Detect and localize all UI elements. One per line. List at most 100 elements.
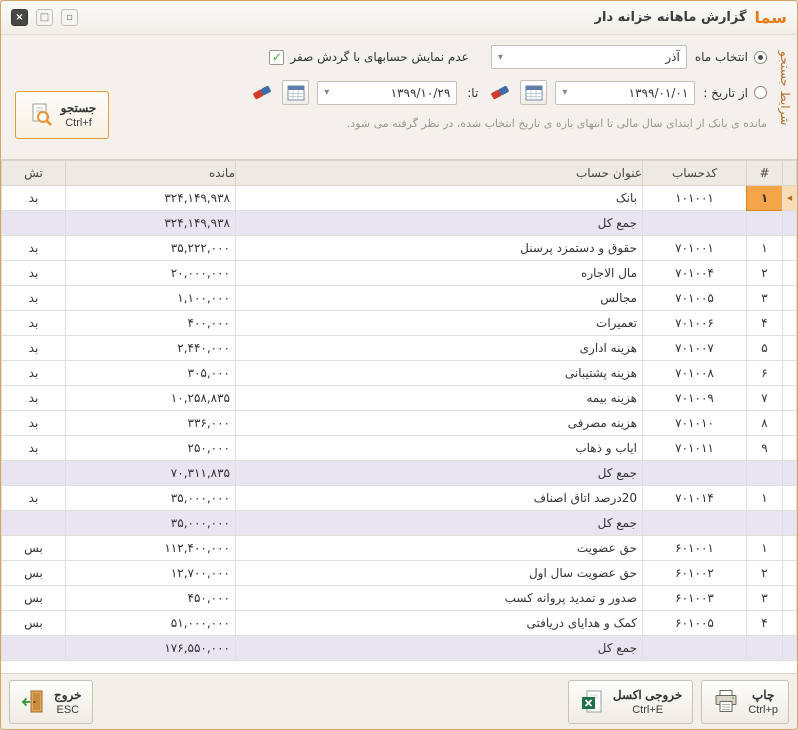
exit-button[interactable]: خروج ESC [9, 680, 93, 724]
account-title-cell[interactable]: تعمیرات [236, 311, 643, 336]
excel-export-button[interactable]: خروجی اکسل Ctrl+E [568, 680, 693, 724]
row-number-cell[interactable] [747, 211, 783, 236]
account-row[interactable]: ۶۷۰۱۰۰۸هزینه پشتیبانی۳۰۵,۰۰۰بد [2, 361, 797, 386]
chevron-down-icon[interactable]: ▾ [498, 52, 503, 63]
account-code-cell[interactable] [643, 211, 747, 236]
account-row[interactable]: ۳۷۰۱۰۰۵مجالس۱,۱۰۰,۰۰۰بد [2, 286, 797, 311]
account-title-cell[interactable]: حق عضویت سال اول [236, 561, 643, 586]
row-selector-cell[interactable]: ◀ [783, 186, 797, 211]
account-code-cell[interactable]: ۷۰۱۰۰۶ [643, 311, 747, 336]
total-row[interactable]: جمع کل۳۲۴,۱۴۹,۹۳۸ [2, 211, 797, 236]
month-radio[interactable]: انتخاب ماه [695, 50, 767, 64]
tash-cell[interactable]: بد [2, 486, 66, 511]
tash-cell[interactable] [2, 636, 66, 661]
row-number-cell[interactable]: ۱ [747, 536, 783, 561]
row-selector-cell[interactable] [783, 511, 797, 536]
balance-cell[interactable]: ۳۵,۲۲۲,۰۰۰ [66, 236, 236, 261]
tash-cell[interactable]: بس [2, 561, 66, 586]
row-selector-cell[interactable] [783, 636, 797, 661]
account-title-cell[interactable]: هزینه پشتیبانی [236, 361, 643, 386]
account-row[interactable]: ۲۷۰۱۰۰۴مال الاجاره۲۰,۰۰۰,۰۰۰بد [2, 261, 797, 286]
radio-selected-icon[interactable] [754, 51, 767, 64]
account-title-cell[interactable]: ایاب و ذهاب [236, 436, 643, 461]
row-number-cell[interactable]: ۴ [747, 311, 783, 336]
hide-zero-checkbox[interactable]: عدم نمایش حسابهای با گردش صفر ✓ [269, 50, 468, 65]
row-selector-cell[interactable] [783, 611, 797, 636]
restore-icon[interactable]: □ [36, 9, 53, 26]
tash-cell[interactable]: بد [2, 236, 66, 261]
tash-cell[interactable]: بد [2, 286, 66, 311]
row-selector-cell[interactable] [783, 411, 797, 436]
row-number-cell[interactable]: ۸ [747, 411, 783, 436]
account-title-cell[interactable]: هزینه بیمه [236, 386, 643, 411]
account-code-cell[interactable]: ۷۰۱۰۱۰ [643, 411, 747, 436]
from-date-clear-button[interactable] [488, 81, 512, 105]
row-number-cell[interactable]: ۹ [747, 436, 783, 461]
tash-cell[interactable] [2, 211, 66, 236]
from-date-calendar-button[interactable] [520, 80, 547, 105]
balance-cell[interactable]: ۱۲,۷۰۰,۰۰۰ [66, 561, 236, 586]
balance-cell[interactable]: ۲,۴۴۰,۰۰۰ [66, 336, 236, 361]
balance-cell[interactable]: ۳۰۵,۰۰۰ [66, 361, 236, 386]
balance-cell[interactable]: ۷۰,۳۱۱,۸۳۵ [66, 461, 236, 486]
total-row[interactable]: جمع کل۳۵,۰۰۰,۰۰۰ [2, 511, 797, 536]
tash-cell[interactable]: بد [2, 186, 66, 211]
balance-cell[interactable]: ۱۱۲,۴۰۰,۰۰۰ [66, 536, 236, 561]
account-title-cell[interactable]: جمع کل [236, 461, 643, 486]
tash-cell[interactable]: بس [2, 536, 66, 561]
tash-cell[interactable]: بس [2, 611, 66, 636]
balance-cell[interactable]: ۱,۱۰۰,۰۰۰ [66, 286, 236, 311]
account-code-cell[interactable]: ۶۰۱۰۰۱ [643, 536, 747, 561]
account-row[interactable]: ۳۶۰۱۰۰۳صدور و تمدید پروانه کسب۴۵۰,۰۰۰بس [2, 586, 797, 611]
row-number-cell[interactable]: ۲ [747, 561, 783, 586]
row-selector-cell[interactable] [783, 486, 797, 511]
account-row[interactable]: ۲۶۰۱۰۰۲حق عضویت سال اول۱۲,۷۰۰,۰۰۰بس [2, 561, 797, 586]
row-selector-cell[interactable] [783, 386, 797, 411]
header-tash[interactable]: تش [2, 161, 66, 186]
row-number-cell[interactable] [747, 461, 783, 486]
row-selector-cell[interactable] [783, 361, 797, 386]
account-title-cell[interactable]: هزینه مصرفی [236, 411, 643, 436]
radio-unselected-icon[interactable] [754, 86, 767, 99]
header-row-number[interactable]: # [747, 161, 783, 186]
row-selector-cell[interactable] [783, 461, 797, 486]
account-code-cell[interactable] [643, 511, 747, 536]
close-icon[interactable]: × [11, 9, 28, 26]
account-row[interactable]: ۱۷۰۱۰۰۱حقوق و دستمزد پرسنل۳۵,۲۲۲,۰۰۰بد [2, 236, 797, 261]
balance-cell[interactable]: ۳۲۴,۱۴۹,۹۳۸ [66, 186, 236, 211]
account-title-cell[interactable]: حقوق و دستمزد پرسنل [236, 236, 643, 261]
account-title-cell[interactable]: کمک و هدایای دریافتی [236, 611, 643, 636]
total-row[interactable]: جمع کل۱۷۶,۵۵۰,۰۰۰ [2, 636, 797, 661]
minimize-icon[interactable]: ▫ [61, 9, 78, 26]
account-title-cell[interactable]: صدور و تمدید پروانه کسب [236, 586, 643, 611]
account-title-cell[interactable]: جمع کل [236, 211, 643, 236]
account-row[interactable]: ۴۷۰۱۰۰۶تعمیرات۴۰۰,۰۰۰بد [2, 311, 797, 336]
account-code-cell[interactable]: ۶۰۱۰۰۲ [643, 561, 747, 586]
account-title-cell[interactable]: هزینه اداری [236, 336, 643, 361]
to-date-calendar-button[interactable] [282, 80, 309, 105]
account-title-cell[interactable]: مال الاجاره [236, 261, 643, 286]
chevron-down-icon[interactable]: ▾ [562, 87, 567, 98]
row-number-cell[interactable] [747, 636, 783, 661]
account-code-cell[interactable]: ۶۰۱۰۰۵ [643, 611, 747, 636]
tash-cell[interactable]: بس [2, 586, 66, 611]
row-selector-cell[interactable] [783, 236, 797, 261]
balance-cell[interactable]: ۳۵,۰۰۰,۰۰۰ [66, 511, 236, 536]
account-title-cell[interactable]: مجالس [236, 286, 643, 311]
tash-cell[interactable]: بد [2, 261, 66, 286]
balance-cell[interactable]: ۳۵,۰۰۰,۰۰۰ [66, 486, 236, 511]
row-number-cell[interactable]: ۷ [747, 386, 783, 411]
checkbox-checked-icon[interactable]: ✓ [269, 50, 284, 65]
balance-cell[interactable]: ۲۰,۰۰۰,۰۰۰ [66, 261, 236, 286]
row-selector-cell[interactable] [783, 536, 797, 561]
account-code-cell[interactable]: ۷۰۱۰۰۷ [643, 336, 747, 361]
account-code-cell[interactable]: ۷۰۱۰۰۹ [643, 386, 747, 411]
account-code-cell[interactable]: ۷۰۱۰۰۴ [643, 261, 747, 286]
tash-cell[interactable]: بد [2, 386, 66, 411]
balance-cell[interactable]: ۱۷۶,۵۵۰,۰۰۰ [66, 636, 236, 661]
tash-cell[interactable]: بد [2, 311, 66, 336]
account-code-cell[interactable]: ۷۰۱۰۱۱ [643, 436, 747, 461]
row-selector-cell[interactable] [783, 311, 797, 336]
print-button[interactable]: چاپ Ctrl+p [701, 680, 789, 724]
account-row[interactable]: ۱۷۰۱۰۱۴20درصد اتاق اصناف۳۵,۰۰۰,۰۰۰بد [2, 486, 797, 511]
